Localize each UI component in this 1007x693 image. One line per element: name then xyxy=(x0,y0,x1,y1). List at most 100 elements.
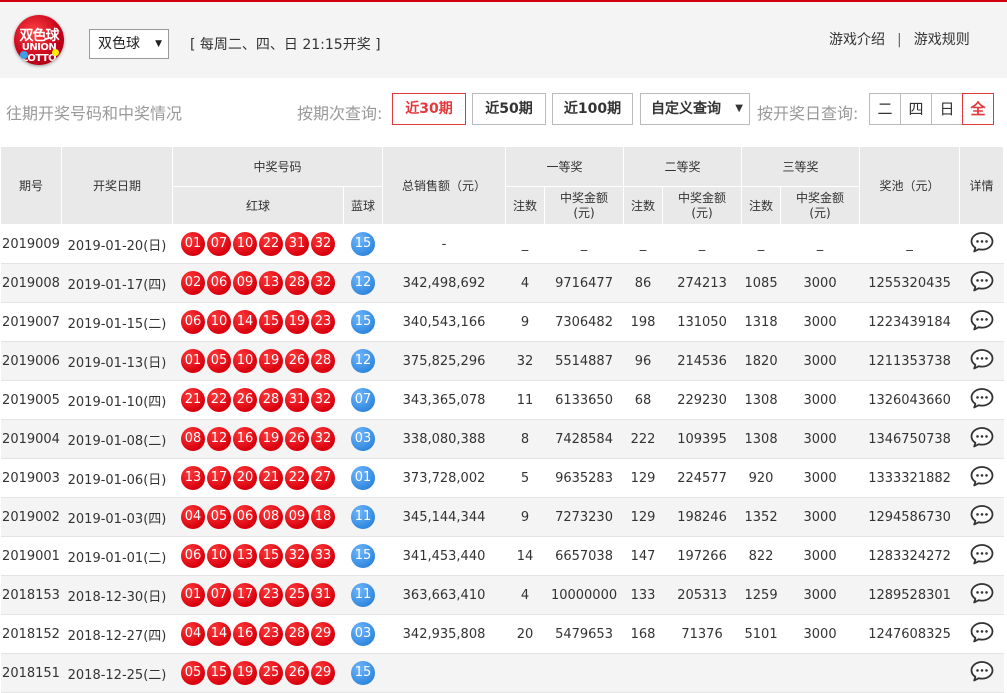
red-ball: 22 xyxy=(259,232,283,256)
detail-cell xyxy=(959,224,1004,264)
blue-ball-cell: 01 xyxy=(343,458,383,498)
blue-ball-cell: 15 xyxy=(343,302,383,342)
prize2-amount-cell: 71376 xyxy=(662,614,742,654)
union-lotto-logo[interactable]: 双色球 UNION LOTTO xyxy=(14,15,64,65)
red-balls-cell: 21 22 26 28 31 32 xyxy=(172,380,344,420)
prize1-count-cell: 14 xyxy=(505,536,545,576)
date-cell: 2019-01-08(二) xyxy=(61,419,173,459)
table-row: 2019003 2019-01-06(日) 13 17 20 21 22 27 01 373,72… xyxy=(0,458,1004,498)
chat-bubble-icon[interactable] xyxy=(970,543,994,569)
issue-cell: 2019002 xyxy=(0,497,62,537)
prize2-amount-cell: 198246 xyxy=(662,497,742,537)
header-p2-count: 注数 xyxy=(623,186,664,225)
red-ball: 26 xyxy=(285,349,309,373)
prize2-count-cell: _ xyxy=(623,224,663,264)
prize1-amount-cell xyxy=(544,653,624,693)
header-prize1: 一等奖 xyxy=(505,146,625,187)
table-row: 2019007 2019-01-15(二) 06 10 14 15 19 23 15 340,54… xyxy=(0,302,1004,342)
header-detail: 详情 xyxy=(959,146,1005,225)
period-30-button[interactable]: 近30期 xyxy=(392,93,466,125)
red-balls-cell: 04 05 06 08 09 18 xyxy=(172,497,344,537)
period-50-button[interactable]: 近50期 xyxy=(472,93,546,125)
prize3-amount-cell: 3000 xyxy=(780,497,860,537)
red-ball: 14 xyxy=(207,622,231,646)
chat-bubble-icon[interactable] xyxy=(970,465,994,491)
red-ball: 32 xyxy=(311,271,335,295)
prize2-count-cell: 68 xyxy=(623,380,663,420)
red-ball: 12 xyxy=(207,427,231,451)
day-all-button[interactable]: 全 xyxy=(962,93,994,125)
issue-cell: 2019009 xyxy=(0,224,62,264)
day-thu-button[interactable]: 四 xyxy=(900,93,932,125)
chat-bubble-icon[interactable] xyxy=(970,387,994,413)
draw-rows: 2019009 2019-01-20(日) 01 07 10 22 31 32 15- _ _ _ _ _… xyxy=(0,224,1004,693)
prize3-count-cell: 1318 xyxy=(741,302,781,342)
header-prize3: 三等奖 xyxy=(741,146,861,187)
blue-ball-cell: 11 xyxy=(343,575,383,615)
draw-schedule: [ 每周二、四、日 21:15开奖 ] xyxy=(190,37,381,53)
prize3-count-cell: 822 xyxy=(741,536,781,576)
sales-cell: 340,543,166 xyxy=(382,302,506,342)
prize2-amount-cell: 229230 xyxy=(662,380,742,420)
chat-bubble-icon[interactable] xyxy=(970,231,994,257)
detail-cell xyxy=(959,497,1004,537)
red-ball: 05 xyxy=(181,661,205,685)
prize3-amount-cell: 3000 xyxy=(780,263,860,303)
blue-ball: 11 xyxy=(351,583,375,607)
blue-ball-cell: 03 xyxy=(343,419,383,459)
page-title: 往期开奖号码和中奖情况 xyxy=(6,104,183,123)
red-ball: 08 xyxy=(181,427,205,451)
red-ball: 31 xyxy=(285,232,309,256)
table-row: 2019001 2019-01-01(二) 06 10 13 15 32 33 15 341,45… xyxy=(0,536,1004,576)
red-balls-cell: 04 14 16 23 28 29 xyxy=(172,614,344,654)
date-cell: 2019-01-06(日) xyxy=(61,458,173,498)
custom-query-dropdown[interactable]: 自定义查询 ▼ xyxy=(640,93,750,125)
red-ball: 21 xyxy=(181,388,205,412)
chat-bubble-icon[interactable] xyxy=(970,621,994,647)
red-ball: 19 xyxy=(259,427,283,451)
day-sun-button[interactable]: 日 xyxy=(931,93,963,125)
red-ball: 04 xyxy=(181,622,205,646)
table-row: 2018153 2018-12-30(日) 01 07 17 23 25 31 11 363,66… xyxy=(0,575,1004,615)
link-game-intro[interactable]: 游戏介绍 xyxy=(829,32,885,48)
detail-cell xyxy=(959,614,1004,654)
amount-unit: (元) xyxy=(573,205,595,220)
header: 双色球 UNION LOTTO 双色球 ▼ [ 每周二、四、日 21:15开奖 … xyxy=(0,2,1007,78)
date-cell: 2018-12-30(日) xyxy=(61,575,173,615)
red-ball: 04 xyxy=(181,505,205,529)
red-ball: 20 xyxy=(233,466,257,490)
prize3-amount-cell: 3000 xyxy=(780,302,860,342)
red-ball: 26 xyxy=(285,661,309,685)
header-red: 红球 xyxy=(172,186,344,225)
link-game-rules[interactable]: 游戏规则 xyxy=(914,32,970,48)
pool-cell: _ xyxy=(859,224,960,264)
red-ball: 05 xyxy=(207,505,231,529)
chat-bubble-icon[interactable] xyxy=(970,582,994,608)
red-ball: 16 xyxy=(233,427,257,451)
chat-bubble-icon[interactable] xyxy=(970,270,994,296)
draw-results-table: 期号 开奖日期 中奖号码 总销售额（元） 一等奖 二等奖 三等奖 奖池（元） 详… xyxy=(0,146,1005,693)
chat-bubble-icon[interactable] xyxy=(970,348,994,374)
chat-bubble-icon[interactable] xyxy=(970,309,994,335)
amount-label: 中奖金额 xyxy=(678,190,727,205)
period-100-button[interactable]: 近100期 xyxy=(552,93,633,125)
game-select[interactable]: 双色球 ▼ xyxy=(89,29,169,59)
chat-bubble-icon[interactable] xyxy=(970,660,994,686)
table-row: 2019006 2019-01-13(日) 01 05 10 19 26 28 12 375,82… xyxy=(0,341,1004,381)
logo-ball-yellow xyxy=(52,49,59,56)
table-row: 2019008 2019-01-17(四) 02 06 09 13 28 32 12 342,49… xyxy=(0,263,1004,303)
day-tue-button[interactable]: 二 xyxy=(869,93,901,125)
chat-bubble-icon[interactable] xyxy=(970,504,994,530)
red-ball: 17 xyxy=(233,583,257,607)
prize3-count-cell: 5101 xyxy=(741,614,781,654)
sales-cell: 341,453,440 xyxy=(382,536,506,576)
blue-ball-cell: 12 xyxy=(343,263,383,303)
prize1-count-cell: 32 xyxy=(505,341,545,381)
prize2-amount-cell: 214536 xyxy=(662,341,742,381)
issue-cell: 2019005 xyxy=(0,380,62,420)
detail-cell xyxy=(959,302,1004,342)
amount-label: 中奖金额 xyxy=(560,190,609,205)
chat-bubble-icon[interactable] xyxy=(970,426,994,452)
prize1-count-cell xyxy=(505,653,545,693)
issue-cell: 2019001 xyxy=(0,536,62,576)
